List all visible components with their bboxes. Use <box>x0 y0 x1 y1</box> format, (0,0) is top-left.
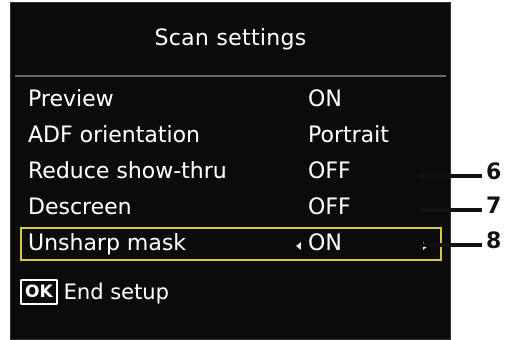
footer-text: End setup <box>63 280 169 304</box>
printer-lcd-screen: Scan settings Preview ON ADF orientation… <box>10 2 451 340</box>
menu-item-label: Descreen <box>28 195 132 220</box>
menu-item-value: Portrait <box>308 123 389 148</box>
screen-title: Scan settings <box>154 25 307 51</box>
ok-key-icon[interactable]: OK <box>20 279 58 305</box>
menu-item-adf-orientation[interactable]: ADF orientation Portrait <box>20 119 442 154</box>
menu-item-value: ON <box>308 231 342 256</box>
menu-item-value: OFF <box>308 159 351 184</box>
menu-item-value: ON <box>308 87 342 112</box>
title-divider <box>15 75 446 77</box>
callout-line-7 <box>420 208 482 212</box>
callout-line-8 <box>420 243 482 247</box>
menu-item-label: Reduce show-thru <box>28 159 227 184</box>
arrow-left-icon[interactable] <box>296 242 301 250</box>
menu-item-preview[interactable]: Preview ON <box>20 83 442 118</box>
menu-item-label: Preview <box>28 87 114 112</box>
callout-number-8: 8 <box>486 229 502 254</box>
menu-item-unsharp-mask[interactable]: Unsharp mask ON <box>20 227 442 261</box>
callout-number-7: 7 <box>486 194 502 219</box>
menu-item-reduce-show-thru[interactable]: Reduce show-thru OFF <box>20 155 442 190</box>
menu-item-descreen[interactable]: Descreen OFF <box>20 191 442 226</box>
callout-number-6: 6 <box>486 160 502 185</box>
footer-hint: OK End setup <box>20 279 169 305</box>
menu-item-label: Unsharp mask <box>28 231 187 256</box>
callout-line-6 <box>420 174 482 178</box>
menu-item-label: ADF orientation <box>28 123 200 148</box>
menu-item-value: OFF <box>308 195 351 220</box>
